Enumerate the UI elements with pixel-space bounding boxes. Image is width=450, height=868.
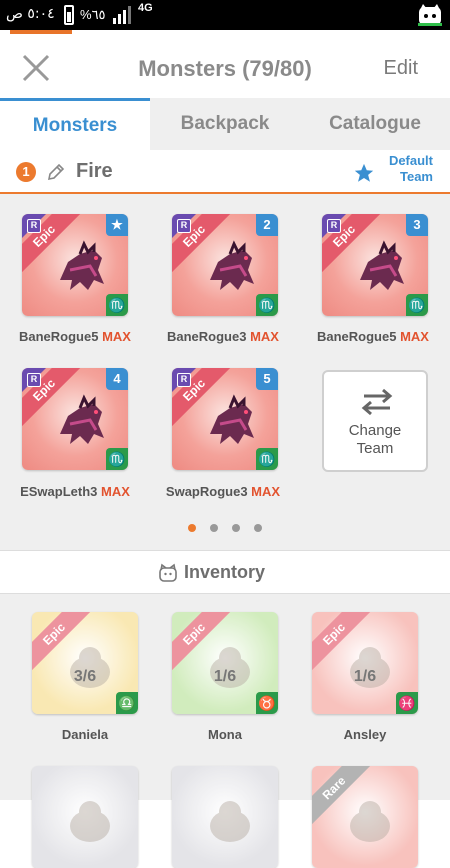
r-badge: R: [27, 373, 41, 387]
inventory-item-name: Ansley: [343, 727, 387, 742]
locked-overlay: [32, 766, 138, 868]
r-badge: R: [327, 219, 341, 233]
slot-badge: 5: [256, 368, 278, 390]
max-label: MAX: [101, 484, 130, 499]
monster-name-text: BaneRogue5: [19, 329, 99, 344]
max-label: MAX: [102, 329, 131, 344]
max-label: MAX: [251, 484, 281, 499]
inventory-card[interactable]: Epic 1/6 ♉: [172, 612, 278, 714]
tab-catalogue[interactable]: Catalogue: [300, 98, 450, 150]
max-label: MAX: [250, 329, 279, 344]
team-bar: 1 Fire Default Team: [0, 150, 450, 194]
monster-name-text: ESwapLeth3: [20, 484, 98, 499]
default-team-label-1: Default: [388, 153, 433, 168]
max-label: MAX: [400, 329, 429, 344]
page-dot[interactable]: [210, 524, 218, 532]
page-dot[interactable]: [232, 524, 240, 532]
zodiac-icon: ♉: [256, 692, 278, 714]
battery-percent: %٦٥: [80, 7, 106, 22]
edit-button[interactable]: Edit: [384, 57, 418, 80]
r-badge: R: [177, 373, 191, 387]
battery-icon: [64, 5, 74, 25]
status-bar: ٥:٠٤ ص %٦٥ 4G: [0, 0, 450, 30]
pencil-icon[interactable]: [46, 162, 66, 182]
inventory-header: Inventory: [0, 550, 450, 594]
cat-face-icon: [159, 563, 177, 582]
team-monster-card[interactable]: Epic R 5 ♏: [172, 368, 278, 470]
r-badge: R: [27, 219, 41, 233]
page-dot[interactable]: [188, 524, 196, 532]
tab-monsters[interactable]: Monsters: [0, 98, 150, 150]
pagination-dots: [0, 519, 450, 532]
swap-arrows-icon: [361, 388, 393, 416]
change-team-label-1: Change: [348, 422, 402, 439]
team-monster-name: BaneRogue3 MAX: [148, 329, 298, 344]
team-monster-card[interactable]: Epic R 3 ♏: [322, 214, 428, 316]
signal-icon: [113, 6, 131, 24]
slot-badge: 4: [106, 368, 128, 390]
team-name[interactable]: Fire: [76, 160, 113, 183]
inventory-card[interactable]: Epic 3/6 ♎: [32, 612, 138, 714]
monster-name-text: BaneRogue5: [317, 329, 397, 344]
team-monster-name: BaneRogue5 MAX: [298, 329, 448, 344]
slot-badge: 3: [406, 214, 428, 236]
default-team-button[interactable]: Default Team: [353, 153, 433, 185]
team-monster-card[interactable]: Epic R ★ ♏: [22, 214, 128, 316]
network-type: 4G: [138, 2, 153, 14]
monster-name-text: SwapRogue3: [165, 484, 248, 499]
inventory-item-name: Mona: [208, 727, 242, 742]
change-team-label-2: Team: [356, 440, 394, 457]
inventory-title: Inventory: [184, 562, 266, 582]
cat-app-icon: [418, 4, 442, 26]
tab-bar: Monsters Backpack Catalogue: [0, 98, 450, 150]
inventory-item-name: Daniela: [61, 727, 109, 742]
monster-image: [210, 394, 254, 444]
locked-overlay: [172, 766, 278, 868]
team-monster-name: SwapRogue3 MAX: [148, 484, 298, 499]
status-time: ٥:٠٤ ص: [6, 6, 55, 22]
team-monster-name: BaneRogue5 MAX: [0, 329, 150, 344]
fragment-count: 1/6: [353, 668, 377, 685]
locked-overlay: [312, 766, 418, 868]
zodiac-icon: ♓: [396, 692, 418, 714]
header: Monsters (79/80) Edit: [0, 34, 450, 98]
team-monster-card[interactable]: Epic R 2 ♏: [172, 214, 278, 316]
inventory-card[interactable]: Rare: [312, 766, 418, 868]
inventory-card[interactable]: Epic 1/6 ♓: [312, 612, 418, 714]
inventory-card[interactable]: [172, 766, 278, 868]
fragment-count: 1/6: [213, 668, 237, 685]
monster-image: [210, 240, 254, 290]
tab-backpack[interactable]: Backpack: [150, 98, 300, 150]
change-team-button[interactable]: Change Team: [322, 370, 428, 472]
slot-badge: ★: [106, 214, 128, 236]
inventory-card[interactable]: [32, 766, 138, 868]
monster-image: [360, 240, 404, 290]
monster-image: [60, 240, 104, 290]
monster-name-text: BaneRogue3: [167, 329, 247, 344]
fragment-count: 3/6: [73, 668, 97, 685]
r-badge: R: [177, 219, 191, 233]
monster-image: [60, 394, 104, 444]
page-dot[interactable]: [254, 524, 262, 532]
team-number-badge: 1: [16, 162, 36, 182]
team-monster-card[interactable]: Epic R 4 ♏: [22, 368, 128, 470]
zodiac-icon: ♎: [116, 692, 138, 714]
default-team-label-2: Team: [400, 169, 433, 184]
team-monster-name: ESwapLeth3 MAX: [0, 484, 150, 499]
page-title: Monsters (79/80): [138, 56, 312, 81]
slot-badge: 2: [256, 214, 278, 236]
